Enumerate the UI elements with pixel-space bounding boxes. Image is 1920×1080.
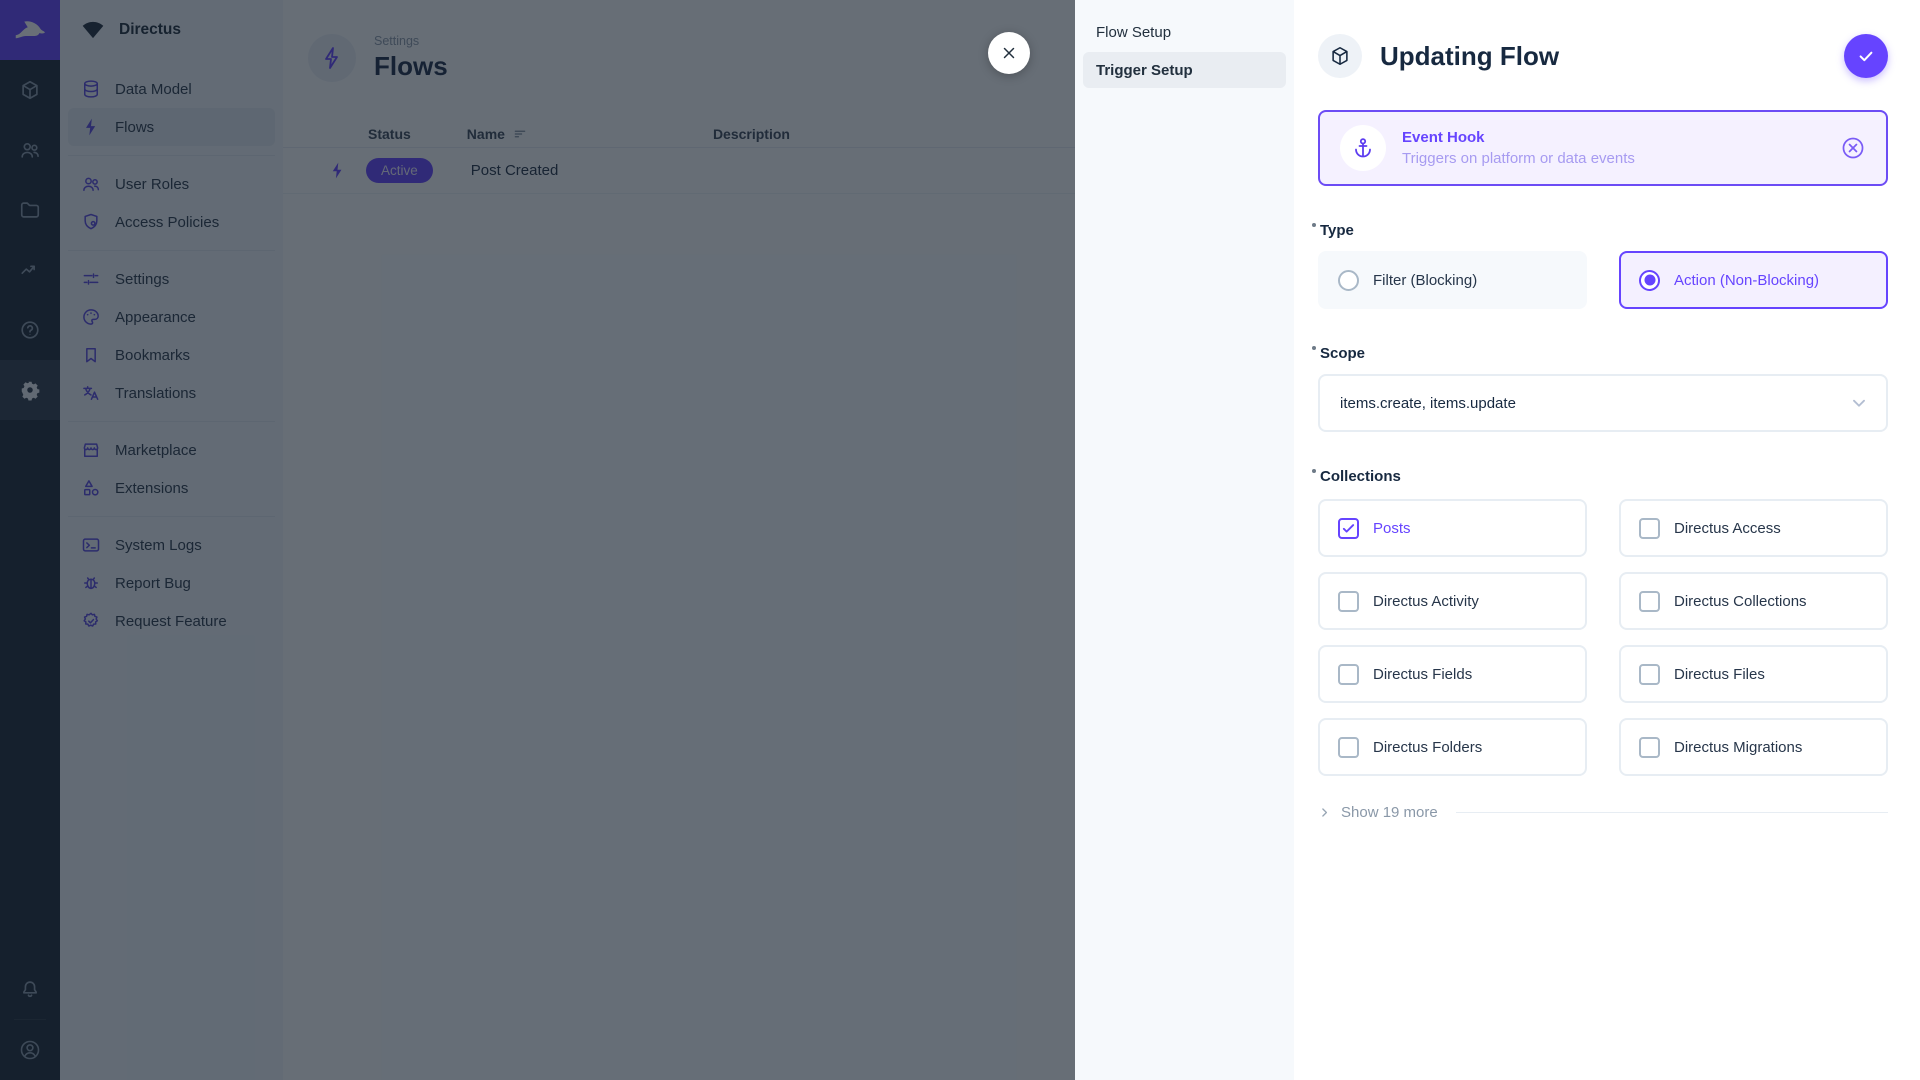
checkbox-icon [1338, 737, 1359, 758]
radio-label: Filter (Blocking) [1373, 272, 1477, 289]
banner-title: Event Hook [1402, 129, 1635, 146]
checkbox-directus-fields[interactable]: Directus Fields [1318, 645, 1587, 703]
radio-label: Action (Non-Blocking) [1674, 272, 1819, 289]
drawer-title: Updating Flow [1380, 41, 1559, 72]
radio-filter-blocking[interactable]: Filter (Blocking) [1318, 251, 1587, 309]
radio-icon [1338, 270, 1359, 291]
type-label: Type [1320, 222, 1354, 239]
checkbox-directus-activity[interactable]: Directus Activity [1318, 572, 1587, 630]
remove-trigger-icon[interactable] [1840, 135, 1866, 161]
checkbox-label: Directus Collections [1674, 593, 1807, 610]
drawer: Updating Flow Event Hook Triggers on pla… [1294, 0, 1920, 1080]
close-icon [1000, 44, 1018, 62]
scope-label: Scope [1320, 345, 1365, 362]
collections-grid: Posts Directus Access Directus Activity … [1318, 499, 1888, 776]
scope-value: items.create, items.update [1340, 395, 1516, 412]
checkbox-label: Directus Folders [1373, 739, 1482, 756]
checkbox-icon [1639, 591, 1660, 612]
show-more-label: Show 19 more [1341, 804, 1438, 821]
radio-checked-icon [1639, 270, 1660, 291]
drawer-nav: Flow Setup Trigger Setup [1075, 0, 1294, 1080]
checkbox-icon [1639, 664, 1660, 685]
checkbox-directus-access[interactable]: Directus Access [1619, 499, 1888, 557]
checkbox-directus-folders[interactable]: Directus Folders [1318, 718, 1587, 776]
anchor-icon [1340, 125, 1386, 171]
drawer-header: Updating Flow [1318, 0, 1888, 104]
drawer-nav-flow-setup[interactable]: Flow Setup [1083, 14, 1286, 50]
checkbox-label: Directus Activity [1373, 593, 1479, 610]
show-more-button[interactable]: Show 19 more [1318, 804, 1888, 821]
checkbox-label: Directus Access [1674, 520, 1781, 537]
checkbox-directus-collections[interactable]: Directus Collections [1619, 572, 1888, 630]
chevron-down-icon [1848, 392, 1870, 414]
checkbox-directus-files[interactable]: Directus Files [1619, 645, 1888, 703]
save-button[interactable] [1844, 34, 1888, 78]
checkbox-posts[interactable]: Posts [1318, 499, 1587, 557]
check-icon [1856, 46, 1876, 66]
checkbox-icon [1639, 737, 1660, 758]
checkbox-label: Directus Files [1674, 666, 1765, 683]
banner-subtitle: Triggers on platform or data events [1402, 150, 1635, 167]
collections-label: Collections [1320, 468, 1401, 485]
scope-select[interactable]: items.create, items.update [1318, 374, 1888, 432]
checkbox-checked-icon [1338, 518, 1359, 539]
drawer-nav-trigger-setup[interactable]: Trigger Setup [1083, 52, 1286, 88]
event-hook-banner[interactable]: Event Hook Triggers on platform or data … [1318, 110, 1888, 186]
checkbox-label: Posts [1373, 520, 1411, 537]
checkbox-icon [1639, 518, 1660, 539]
type-options: Filter (Blocking) Action (Non-Blocking) [1318, 251, 1888, 309]
radio-action-non-blocking[interactable]: Action (Non-Blocking) [1619, 251, 1888, 309]
checkbox-icon [1338, 591, 1359, 612]
drawer-icon-circle [1318, 34, 1362, 78]
chevron-right-icon [1318, 806, 1331, 819]
box-icon [1329, 45, 1351, 67]
checkbox-directus-migrations[interactable]: Directus Migrations [1619, 718, 1888, 776]
close-drawer-button[interactable] [988, 32, 1030, 74]
drawer-overlay[interactable] [0, 0, 1075, 1080]
checkbox-icon [1338, 664, 1359, 685]
divider [1456, 812, 1888, 813]
checkbox-label: Directus Fields [1373, 666, 1472, 683]
checkbox-label: Directus Migrations [1674, 739, 1802, 756]
